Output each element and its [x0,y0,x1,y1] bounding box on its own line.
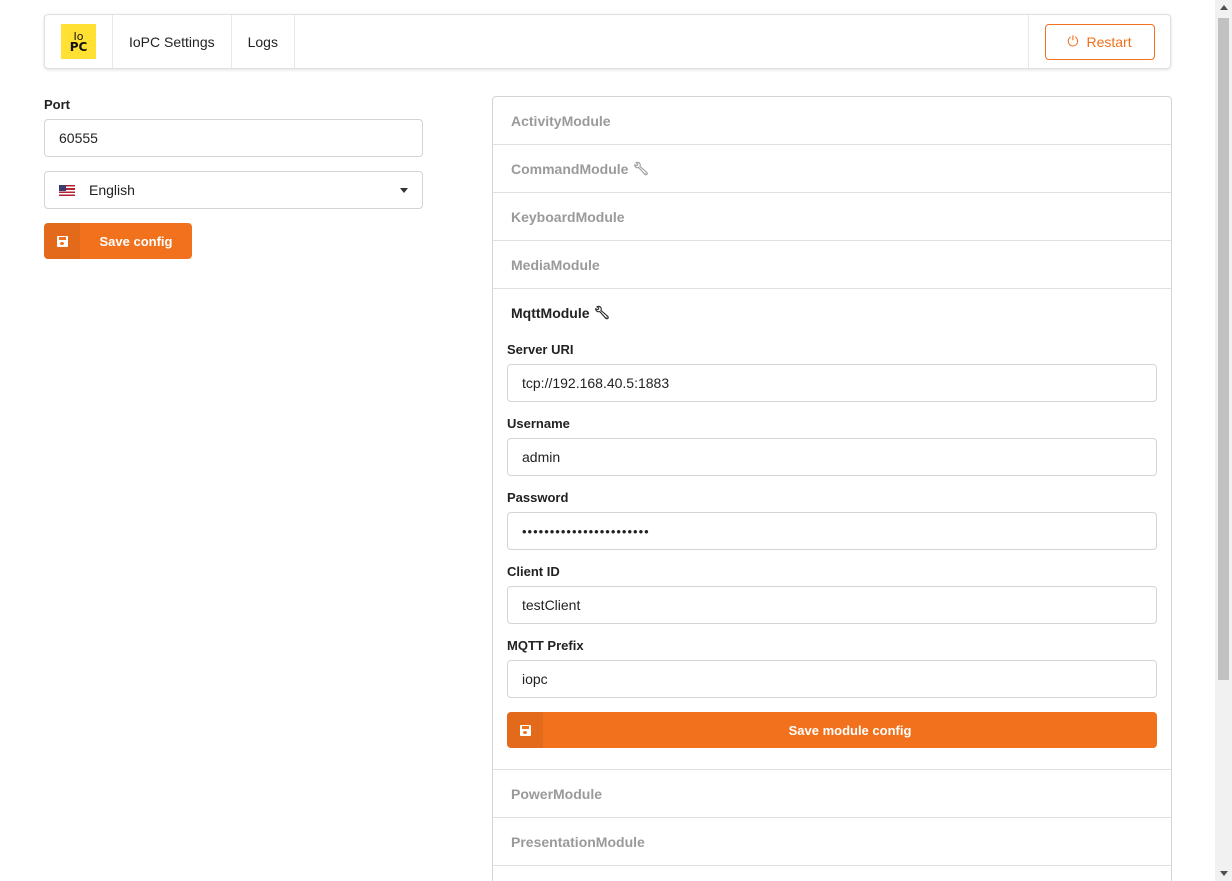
mqtt-prefix-label: MQTT Prefix [507,638,584,653]
language-value: English [89,182,135,198]
module-command[interactable]: CommandModule 🔧︎ [493,145,1171,193]
language-select[interactable]: English [44,171,423,209]
server-uri-input[interactable]: tcp://192.168.40.5:1883 [507,364,1157,402]
module-title: PowerModule [511,785,603,802]
top-navbar: Io PC IoPC Settings Logs ⏻ Restart [44,14,1171,69]
save-config-label: Save config [99,233,173,249]
module-title: ActivityModule [511,112,611,129]
page-scrollbar[interactable] [1215,0,1232,881]
logo-line-2: PC [69,39,88,54]
client-id-input[interactable]: testClient [507,586,1157,624]
module-keyboard[interactable]: KeyboardModule [493,193,1171,241]
username-label: Username [507,416,570,431]
save-module-config-button[interactable]: Save module config [507,712,1157,748]
server-uri-label: Server URI [507,342,574,357]
module-presentation[interactable]: PresentationModule [493,818,1171,866]
general-settings-form: Port 60555 English Save config [44,97,423,259]
iopc-logo: Io PC [61,24,96,59]
save-config-button[interactable]: Save config [44,223,192,259]
save-icon-wrap [44,223,80,259]
client-id-label: Client ID [507,564,560,579]
save-module-config-label: Save module config [788,722,912,738]
module-mqtt[interactable]: MqttModule 🔧︎ [493,289,1171,337]
power-icon: ⏻ [1067,33,1079,49]
mqtt-prefix-field: MQTT Prefix iopc [507,638,1157,698]
password-field: Password ••••••••••••••••••••••• [507,490,1157,550]
save-icon-wrap [507,712,543,748]
password-input[interactable]: ••••••••••••••••••••••• [507,512,1157,550]
modules-accordion: ActivityModule CommandModule 🔧︎ KeyboardM… [492,96,1172,881]
nav-item-logs[interactable]: Logs [232,15,295,68]
scroll-down-arrow-icon[interactable] [1220,871,1228,876]
wrench-icon: 🔧︎ [632,160,649,176]
password-label: Password [507,490,569,505]
us-flag-icon [59,184,75,196]
module-title: KeyboardModule [511,208,625,225]
floppy-disk-icon [56,235,68,247]
username-field: Username admin [507,416,1157,476]
app-logo[interactable]: Io PC [45,15,113,68]
restart-button[interactable]: ⏻ Restart [1044,23,1155,60]
module-media[interactable]: MediaModule [493,241,1171,289]
floppy-disk-icon [519,724,531,736]
nav-item-iopc-settings[interactable]: IoPC Settings [113,15,232,68]
client-id-field: Client ID testClient [507,564,1157,624]
module-activity[interactable]: ActivityModule [493,97,1171,145]
module-title: PresentationModule [511,833,645,850]
module-title: MediaModule [511,256,600,273]
scrollbar-thumb[interactable] [1218,18,1229,680]
module-title: CommandModule [511,160,629,177]
port-input[interactable]: 60555 [44,119,423,157]
restart-label: Restart [1086,33,1132,50]
dropdown-caret-icon [400,188,408,193]
mqtt-prefix-input[interactable]: iopc [507,660,1157,698]
nav-right-section: ⏻ Restart [1028,15,1170,68]
server-uri-field: Server URI tcp://192.168.40.5:1883 [507,342,1157,402]
scroll-up-arrow-icon[interactable] [1220,5,1228,10]
mqtt-module-content: Server URI tcp://192.168.40.5:1883 Usern… [493,342,1171,770]
wrench-icon: 🔧︎ [593,305,611,320]
module-title: MqttModule [511,305,590,321]
module-power[interactable]: PowerModule [493,770,1171,818]
username-input[interactable]: admin [507,438,1157,476]
port-label: Port [44,97,70,112]
